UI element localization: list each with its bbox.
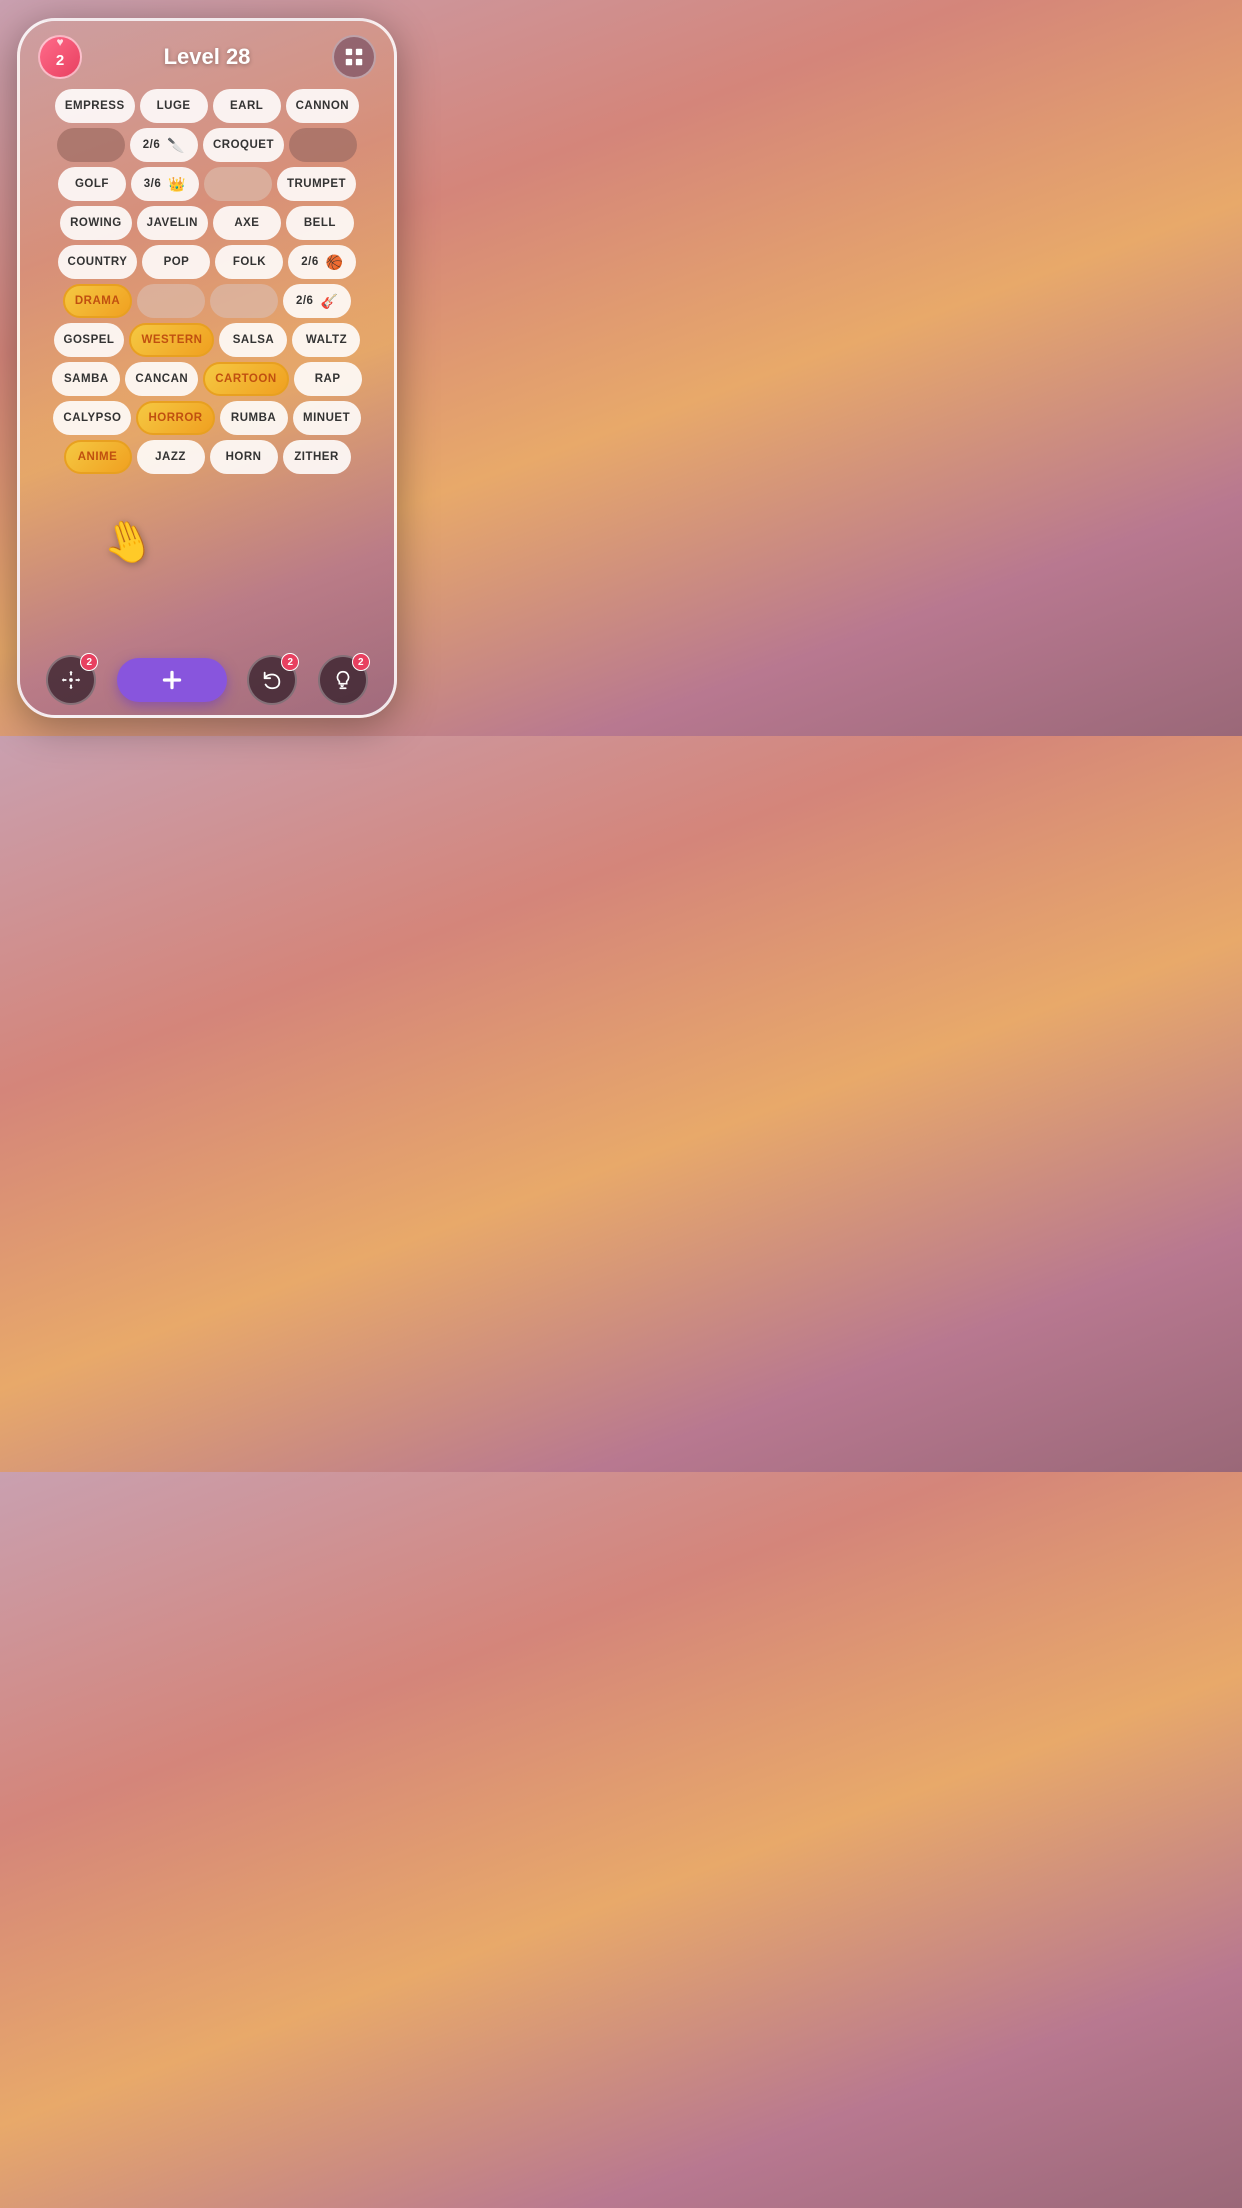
word-row-7: SAMBACANCANCARTOONRAP	[30, 362, 384, 396]
word-chip-9-2[interactable]: HORN	[210, 440, 278, 474]
move-badge: 2	[80, 653, 98, 671]
word-chip-2-3[interactable]: TRUMPET	[277, 167, 356, 201]
word-chip-7-2[interactable]: CARTOON	[203, 362, 288, 396]
add-button[interactable]	[117, 658, 227, 702]
top-bar: 2 Level 28	[20, 21, 394, 85]
word-chip-0-0[interactable]: EMPRESS	[55, 89, 135, 123]
undo-button[interactable]: 2	[247, 655, 297, 705]
word-chip-0-3[interactable]: CANNON	[286, 89, 359, 123]
word-chip-6-1[interactable]: WESTERN	[129, 323, 214, 357]
word-chip-1-2[interactable]: CROQUET	[203, 128, 284, 162]
word-chip-2-2	[204, 167, 272, 201]
word-chip-1-0	[57, 128, 125, 162]
lightbulb-icon	[332, 669, 354, 691]
word-chip-9-0[interactable]: ANIME	[64, 440, 132, 474]
lives-badge: 2	[38, 35, 82, 79]
word-chip-0-2[interactable]: EARL	[213, 89, 281, 123]
bottom-bar: 2 2 2	[20, 655, 394, 705]
word-row-2: GOLF3/6👑 TRUMPET	[30, 167, 384, 201]
word-chip-0-1[interactable]: LUGE	[140, 89, 208, 123]
word-chip-4-3[interactable]: 2/6🏀	[288, 245, 356, 279]
undo-icon	[261, 669, 283, 691]
word-chip-8-2[interactable]: RUMBA	[220, 401, 288, 435]
move-button[interactable]: 2	[46, 655, 96, 705]
word-chip-7-1[interactable]: CANCAN	[125, 362, 198, 396]
word-row-5: DRAMA 2/6🎸	[30, 284, 384, 318]
hint-button[interactable]: 2	[318, 655, 368, 705]
word-chip-7-3[interactable]: RAP	[294, 362, 362, 396]
level-title: Level 28	[164, 44, 251, 70]
word-chip-3-3[interactable]: BELL	[286, 206, 354, 240]
word-chip-5-0[interactable]: DRAMA	[63, 284, 132, 318]
hint-badge: 2	[352, 653, 370, 671]
word-chip-1-1[interactable]: 2/6🔪	[130, 128, 198, 162]
word-chip-3-2[interactable]: AXE	[213, 206, 281, 240]
word-row-8: CALYPSOHORRORRUMBAMINUET	[30, 401, 384, 435]
menu-button[interactable]	[332, 35, 376, 79]
word-row-6: GOSPELWESTERNSALSAWALTZ	[30, 323, 384, 357]
word-row-4: COUNTRYPOPFOLK2/6🏀	[30, 245, 384, 279]
word-chip-7-0[interactable]: SAMBA	[52, 362, 120, 396]
word-chip-4-1[interactable]: POP	[142, 245, 210, 279]
word-chip-9-1[interactable]: JAZZ	[137, 440, 205, 474]
word-row-0: EMPRESSLUGEEARLCANNON	[30, 89, 384, 123]
move-icon	[60, 669, 82, 691]
word-chip-5-1	[137, 284, 205, 318]
word-chip-8-3[interactable]: MINUET	[293, 401, 361, 435]
word-chip-2-0[interactable]: GOLF	[58, 167, 126, 201]
word-row-9: ANIMEJAZZHORNZITHER	[30, 440, 384, 474]
word-chip-3-0[interactable]: ROWING	[60, 206, 132, 240]
grid-icon	[343, 46, 365, 68]
word-chip-9-3[interactable]: ZITHER	[283, 440, 351, 474]
word-row-1: 2/6🔪CROQUET	[30, 128, 384, 162]
word-chip-2-1[interactable]: 3/6👑	[131, 167, 199, 201]
phone-frame: 2 Level 28 EMPRESSLUGEEARLCANNON 2/6🔪CROQ…	[17, 18, 397, 718]
word-chip-6-3[interactable]: WALTZ	[292, 323, 360, 357]
word-chip-1-3	[289, 128, 357, 162]
words-grid: EMPRESSLUGEEARLCANNON 2/6🔪CROQUET GOLF3/6👑…	[20, 85, 394, 474]
word-chip-3-1[interactable]: JAVELIN	[137, 206, 208, 240]
word-chip-4-2[interactable]: FOLK	[215, 245, 283, 279]
word-chip-4-0[interactable]: COUNTRY	[58, 245, 138, 279]
lives-count: 2	[56, 52, 64, 69]
undo-badge: 2	[281, 653, 299, 671]
word-chip-6-2[interactable]: SALSA	[219, 323, 287, 357]
word-chip-8-1[interactable]: HORROR	[136, 401, 214, 435]
plus-icon	[159, 667, 185, 693]
word-chip-5-2	[210, 284, 278, 318]
word-chip-6-0[interactable]: GOSPEL	[54, 323, 125, 357]
word-chip-5-3[interactable]: 2/6🎸	[283, 284, 351, 318]
word-chip-8-0[interactable]: CALYPSO	[53, 401, 131, 435]
word-row-3: ROWINGJAVELINAXEBELL	[30, 206, 384, 240]
